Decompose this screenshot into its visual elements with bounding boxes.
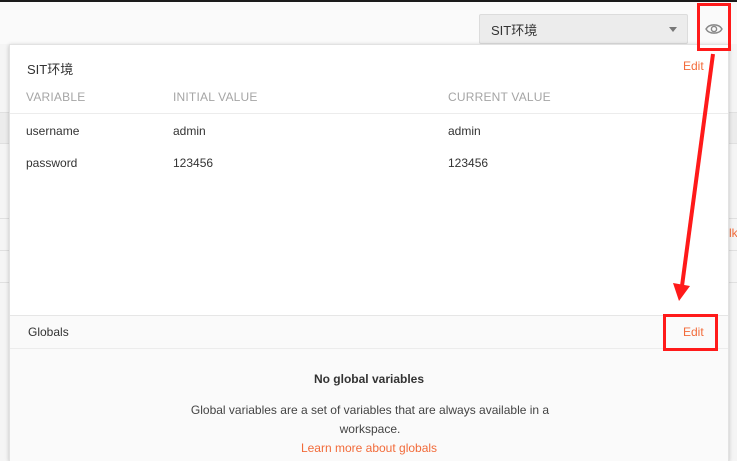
variable-name: password [26,156,78,170]
globals-section: Globals Edit No global variables Global … [10,315,728,461]
header-divider [10,113,728,114]
globals-divider [10,348,728,349]
column-header-variable: VARIABLE [26,90,86,104]
empty-state-title: No global variables [313,372,425,386]
chevron-down-icon [669,27,677,32]
environment-select-value: SIT环境 [491,22,538,38]
initial-value: 123456 [173,156,214,170]
globals-title: Globals [28,325,69,339]
environment-quick-look-panel: SIT环境 Edit VARIABLE INITIAL VALUE CURREN… [9,44,729,461]
annotation-box-edit [663,314,718,351]
environment-name: SIT环境 [27,62,74,77]
environment-select[interactable]: SIT环境 [479,14,688,44]
column-header-initial-value: INITIAL VALUE [173,90,258,104]
environment-edit-link[interactable]: Edit [683,59,704,73]
background-link[interactable]: lk [729,226,737,240]
current-value: 123456 [448,156,489,170]
learn-more-globals-link[interactable]: Learn more about globals [10,441,728,455]
current-value: admin [448,124,481,138]
annotation-box-eye [697,3,731,51]
variable-name: username [26,124,80,138]
top-toolbar: SIT环境 [0,0,737,44]
empty-state-description: Global variables are a set of variables … [190,403,550,436]
initial-value: admin [173,124,206,138]
column-header-current-value: CURRENT VALUE [448,90,551,104]
